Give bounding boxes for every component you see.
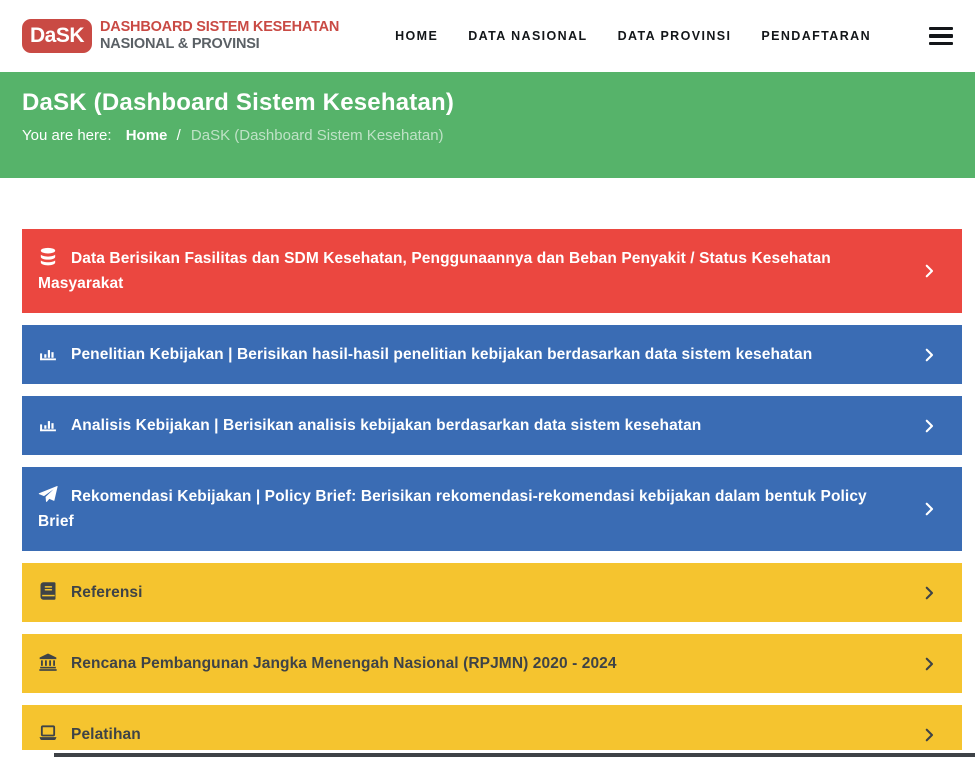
logo-text: DASHBOARD SISTEM KESEHATAN NASIONAL & PR… — [100, 19, 339, 52]
breadcrumb: You are here: Home / DaSK (Dashboard Sis… — [22, 127, 953, 144]
page-banner: DaSK (Dashboard Sistem Kesehatan) You ar… — [0, 72, 975, 178]
chevron-right-icon — [920, 262, 938, 280]
breadcrumb-separator: / — [177, 127, 181, 144]
accordion-panel-data-kesehatan[interactable]: Data Berisikan Fasilitas dan SDM Kesehat… — [22, 229, 962, 313]
logo-subtitle: NASIONAL & PROVINSI — [100, 36, 339, 53]
breadcrumb-current: DaSK (Dashboard Sistem Kesehatan) — [191, 127, 444, 144]
chevron-right-icon — [920, 655, 938, 673]
panel-title: Penelitian Kebijakan | Berisikan hasil-h… — [71, 346, 812, 363]
accordion-panel-referensi[interactable]: Referensi — [22, 563, 962, 622]
chevron-right-icon — [920, 500, 938, 518]
chart-bar-icon — [38, 343, 58, 363]
site-logo[interactable]: DaSK DASHBOARD SISTEM KESEHATAN NASIONAL… — [22, 19, 339, 53]
nav-item-data-nasional[interactable]: DATA NASIONAL — [468, 29, 587, 43]
breadcrumb-prefix: You are here: — [22, 127, 112, 144]
panel-title: Pelatihan — [71, 726, 141, 743]
accordion-panel-penelitian-kebijakan[interactable]: Penelitian Kebijakan | Berisikan hasil-h… — [22, 325, 962, 384]
chevron-right-icon — [920, 584, 938, 602]
chart-bar-icon — [38, 414, 58, 434]
chevron-right-icon — [920, 417, 938, 435]
panel-title: Analisis Kebijakan | Berisikan analisis … — [71, 417, 701, 434]
logo-badge: DaSK — [22, 19, 92, 53]
hamburger-icon[interactable] — [929, 27, 953, 46]
nav-item-data-provinsi[interactable]: DATA PROVINSI — [618, 29, 732, 43]
paper-plane-icon — [38, 485, 58, 505]
accordion-panel-rekomendasi-kebijakan[interactable]: Rekomendasi Kebijakan | Policy Brief: Be… — [22, 467, 962, 551]
nav-item-home[interactable]: HOME — [395, 29, 438, 43]
book-icon — [38, 581, 58, 601]
chevron-right-icon — [920, 346, 938, 364]
panel-title: Data Berisikan Fasilitas dan SDM Kesehat… — [38, 250, 831, 292]
chevron-right-icon — [920, 726, 938, 744]
bottom-strip — [0, 750, 975, 758]
accordion-panel-rpjmn[interactable]: Rencana Pembangunan Jangka Menengah Nasi… — [22, 634, 962, 693]
breadcrumb-home-link[interactable]: Home — [126, 127, 168, 144]
panel-title: Rekomendasi Kebijakan | Policy Brief: Be… — [38, 488, 867, 530]
nav-item-pendaftaran[interactable]: PENDAFTARAN — [761, 29, 871, 43]
panel-title: Referensi — [71, 584, 143, 601]
page-title: DaSK (Dashboard Sistem Kesehatan) — [22, 89, 953, 117]
database-icon — [38, 247, 58, 267]
accordion-list: Data Berisikan Fasilitas dan SDM Kesehat… — [0, 178, 975, 758]
top-header: DaSK DASHBOARD SISTEM KESEHATAN NASIONAL… — [0, 0, 975, 72]
logo-title: DASHBOARD SISTEM KESEHATAN — [100, 19, 339, 36]
laptop-icon — [38, 723, 58, 743]
footer-bar-edge — [54, 753, 975, 757]
bank-icon — [38, 652, 58, 672]
main-nav: HOME DATA NASIONAL DATA PROVINSI PENDAFT… — [395, 27, 953, 46]
accordion-panel-analisis-kebijakan[interactable]: Analisis Kebijakan | Berisikan analisis … — [22, 396, 962, 455]
panel-title: Rencana Pembangunan Jangka Menengah Nasi… — [71, 655, 617, 672]
